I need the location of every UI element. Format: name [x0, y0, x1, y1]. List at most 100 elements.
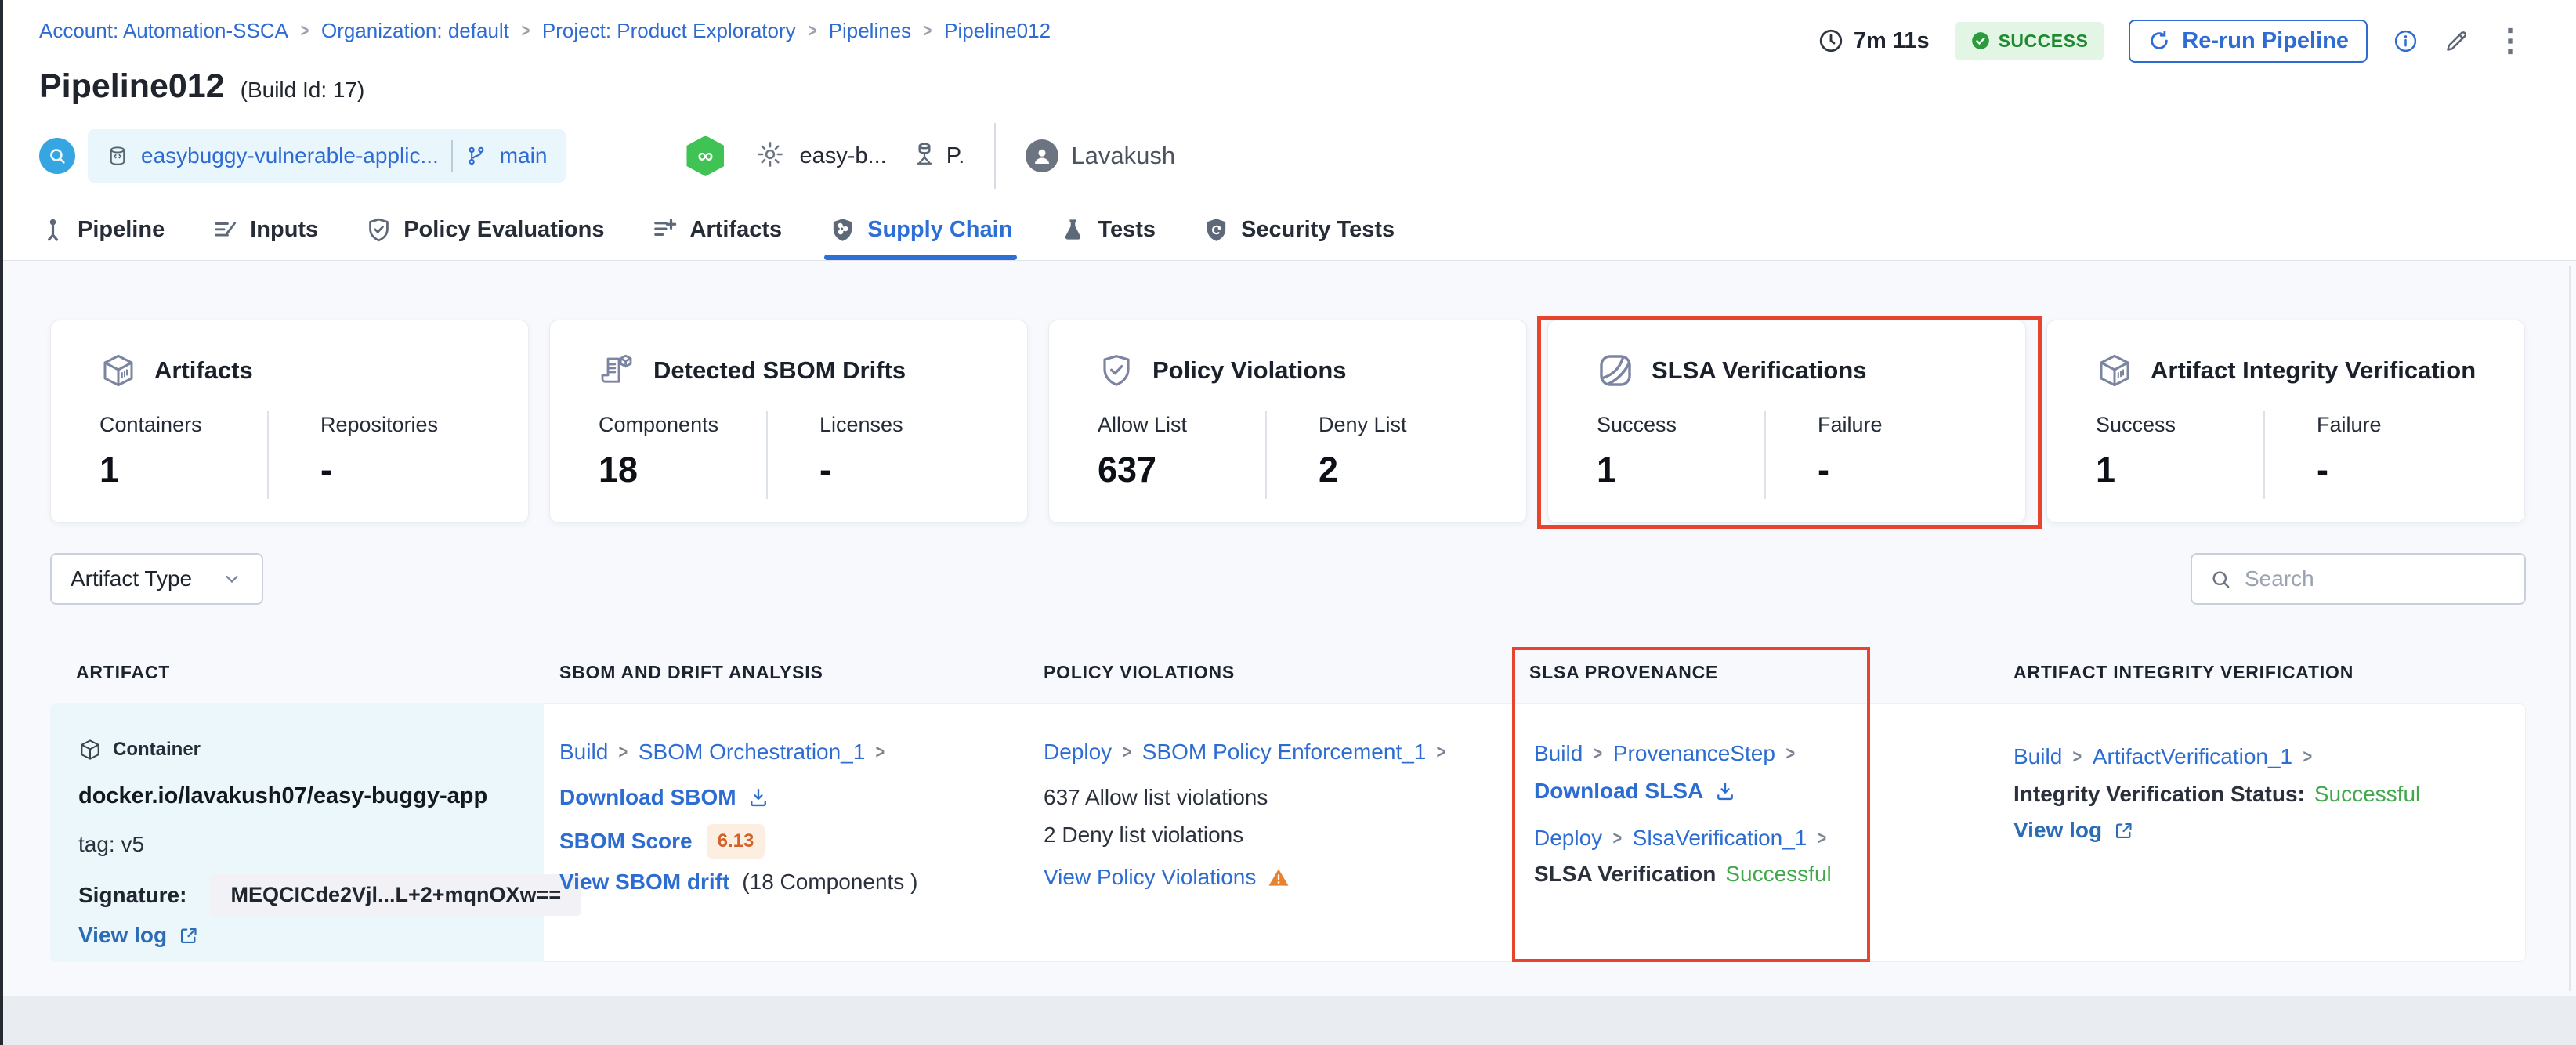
- branch-name-link[interactable]: main: [500, 143, 548, 168]
- step-link[interactable]: ArtifactVerification_1: [2093, 744, 2292, 769]
- card-title: Detected SBOM Drifts: [653, 356, 906, 384]
- tab-policy-evaluations[interactable]: Policy Evaluations: [342, 199, 628, 260]
- step-link[interactable]: ProvenanceStep: [1613, 741, 1775, 766]
- view-log-link[interactable]: View log: [78, 923, 167, 948]
- tab-supply-chain[interactable]: Supply Chain: [805, 199, 1036, 260]
- run-duration: 7m 11s: [1818, 27, 1930, 54]
- card-policy-violations: Policy Violations Allow List 637 Deny Li…: [1048, 320, 1527, 523]
- stat-allow-list: Allow List 637: [1098, 413, 1188, 490]
- breadcrumb-project[interactable]: Project: Product Exploratory: [542, 19, 796, 43]
- artifact-tag: tag: v5: [78, 832, 145, 856]
- view-log-link[interactable]: View log: [2013, 818, 2102, 843]
- pipeline-icon: [47, 219, 59, 240]
- download-sbom-row: Download SBOM: [559, 785, 769, 810]
- tab-inputs[interactable]: Inputs: [188, 199, 342, 260]
- breadcrumb-account[interactable]: Account: Automation-SSCA: [39, 19, 288, 43]
- artifact-signature-row: Signature: MEQCICde2Vjl...L+2+mqnOXw==: [78, 874, 582, 916]
- left-edge-strip: [0, 0, 3, 1045]
- stage-link[interactable]: Build: [2013, 744, 2062, 769]
- stage-link[interactable]: Build: [559, 739, 608, 765]
- tab-security-tests[interactable]: Security Tests: [1179, 199, 1418, 260]
- artifacts-list-icon: [654, 219, 677, 236]
- search-input[interactable]: [2245, 566, 2507, 591]
- download-sbom-link[interactable]: Download SBOM: [559, 785, 736, 810]
- delegate-ref-label: P.: [946, 143, 965, 168]
- integrity-cell: Build > ArtifactVerification_1 > Integri…: [2013, 703, 2484, 962]
- search-icon: [2212, 570, 2230, 588]
- avatar: [1026, 139, 1059, 172]
- repo-branch-pill: easybuggy-vulnerable-applic... main: [88, 129, 566, 183]
- app-root: Account: Automation-SSCA > Organization:…: [0, 0, 2576, 1045]
- stage-link[interactable]: Deploy: [1534, 826, 1602, 851]
- card-title: SLSA Verifications: [1652, 356, 1867, 384]
- clock-icon: [1819, 29, 1842, 52]
- git-branch-icon: [469, 146, 484, 165]
- artifact-type-dropdown[interactable]: Artifact Type: [50, 553, 263, 605]
- scrollbar-track[interactable]: [2569, 266, 2571, 991]
- sbom-drift-row: View SBOM drift (18 Components ): [559, 870, 917, 895]
- col-header-integrity: ARTIFACT INTEGRITY VERIFICATION: [2013, 662, 2354, 682]
- step-link[interactable]: SBOM Policy Enforcement_1: [1142, 739, 1427, 765]
- card-artifacts: Artifacts Containers 1 Repositories -: [50, 320, 529, 523]
- artifact-cell: Container docker.io/lavakush07/easy-bugg…: [50, 703, 582, 962]
- stat-divider: [1764, 411, 1766, 499]
- edit-pencil-icon[interactable]: [2444, 28, 2469, 54]
- stat-divider: [766, 411, 768, 499]
- breadcrumb-organization[interactable]: Organization: default: [321, 19, 509, 43]
- breadcrumb-pipeline012[interactable]: Pipeline012: [944, 19, 1051, 43]
- sbom-scroll-icon: [601, 354, 632, 383]
- step-link[interactable]: SlsaVerification_1: [1633, 826, 1807, 851]
- slsa-status-row: SLSA Verification Successful: [1534, 862, 1832, 887]
- page-title: Pipeline012: [39, 67, 225, 105]
- breadcrumb-pipelines[interactable]: Pipelines: [829, 19, 912, 43]
- download-slsa-link[interactable]: Download SLSA: [1534, 779, 1703, 804]
- sbom-score-row: SBOM Score 6.13: [559, 824, 765, 859]
- breadcrumb-separator: >: [300, 20, 309, 42]
- allow-list-violations-text: 637 Allow list violations: [1044, 785, 1268, 809]
- slsa-icon: [1600, 355, 1631, 386]
- step-link[interactable]: SBOM Orchestration_1: [639, 739, 865, 765]
- cube-icon: [2100, 354, 2129, 387]
- info-icon[interactable]: [2393, 28, 2419, 54]
- card-title: Artifact Integrity Verification: [2151, 356, 2477, 384]
- search-glyph-icon: [50, 149, 65, 164]
- slsa-status-value: Successful: [1725, 862, 1832, 886]
- supply-chain-shield-icon: [833, 218, 852, 241]
- tab-tests[interactable]: Tests: [1036, 199, 1179, 260]
- stat-repositories: Repositories -: [320, 413, 439, 490]
- rerun-pipeline-button[interactable]: Re-run Pipeline: [2129, 19, 2368, 63]
- card-title: Policy Violations: [1152, 356, 1347, 384]
- bottom-strip: [3, 996, 2576, 1045]
- external-link-icon: [181, 927, 197, 943]
- sbom-cell: Build > SBOM Orchestration_1 > Download …: [559, 703, 1014, 962]
- view-policy-violations-row: View Policy Violations: [1044, 865, 1290, 890]
- build-id-label: (Build Id: 17): [240, 78, 365, 102]
- header: Account: Automation-SSCA > Organization:…: [3, 0, 2576, 261]
- view-sbom-drift-link[interactable]: View SBOM drift: [559, 870, 729, 895]
- trigger-type-icon: [39, 138, 75, 174]
- breadcrumb-separator: >: [521, 20, 530, 42]
- pill-divider: [450, 140, 453, 172]
- config-ref-label: easy-b...: [799, 143, 887, 168]
- sbom-step-breadcrumb: Build > SBOM Orchestration_1 >: [559, 739, 885, 765]
- external-link-icon: [2116, 823, 2132, 838]
- artifact-image-name: docker.io/lavakush07/easy-buggy-app: [78, 783, 488, 808]
- artifact-view-log-row: View log: [78, 923, 199, 948]
- view-policy-violations-link[interactable]: View Policy Violations: [1044, 865, 1256, 890]
- stage-link[interactable]: Deploy: [1044, 739, 1112, 765]
- sbom-score-link[interactable]: SBOM Score: [559, 829, 693, 854]
- repo-name-link[interactable]: easybuggy-vulnerable-applic...: [141, 143, 439, 168]
- integrity-view-log-row: View log: [2013, 818, 2134, 843]
- integrity-status-value: Successful: [2314, 782, 2421, 806]
- more-options-kebab-icon[interactable]: ⋮: [2495, 25, 2526, 56]
- stat-divider: [267, 411, 269, 499]
- breadcrumb-separator: >: [923, 20, 932, 42]
- tab-pipeline[interactable]: Pipeline: [16, 199, 188, 260]
- check-circle-icon: [1971, 32, 1989, 49]
- tab-artifacts[interactable]: Artifacts: [628, 199, 805, 260]
- col-header-slsa: SLSA PROVENANCE: [1529, 662, 1719, 682]
- signature-value-pill: MEQCICde2Vjl...L+2+mqnOXw==: [210, 874, 582, 916]
- vertical-divider: [994, 123, 997, 189]
- repository-icon: [110, 146, 125, 165]
- stage-link[interactable]: Build: [1534, 741, 1583, 766]
